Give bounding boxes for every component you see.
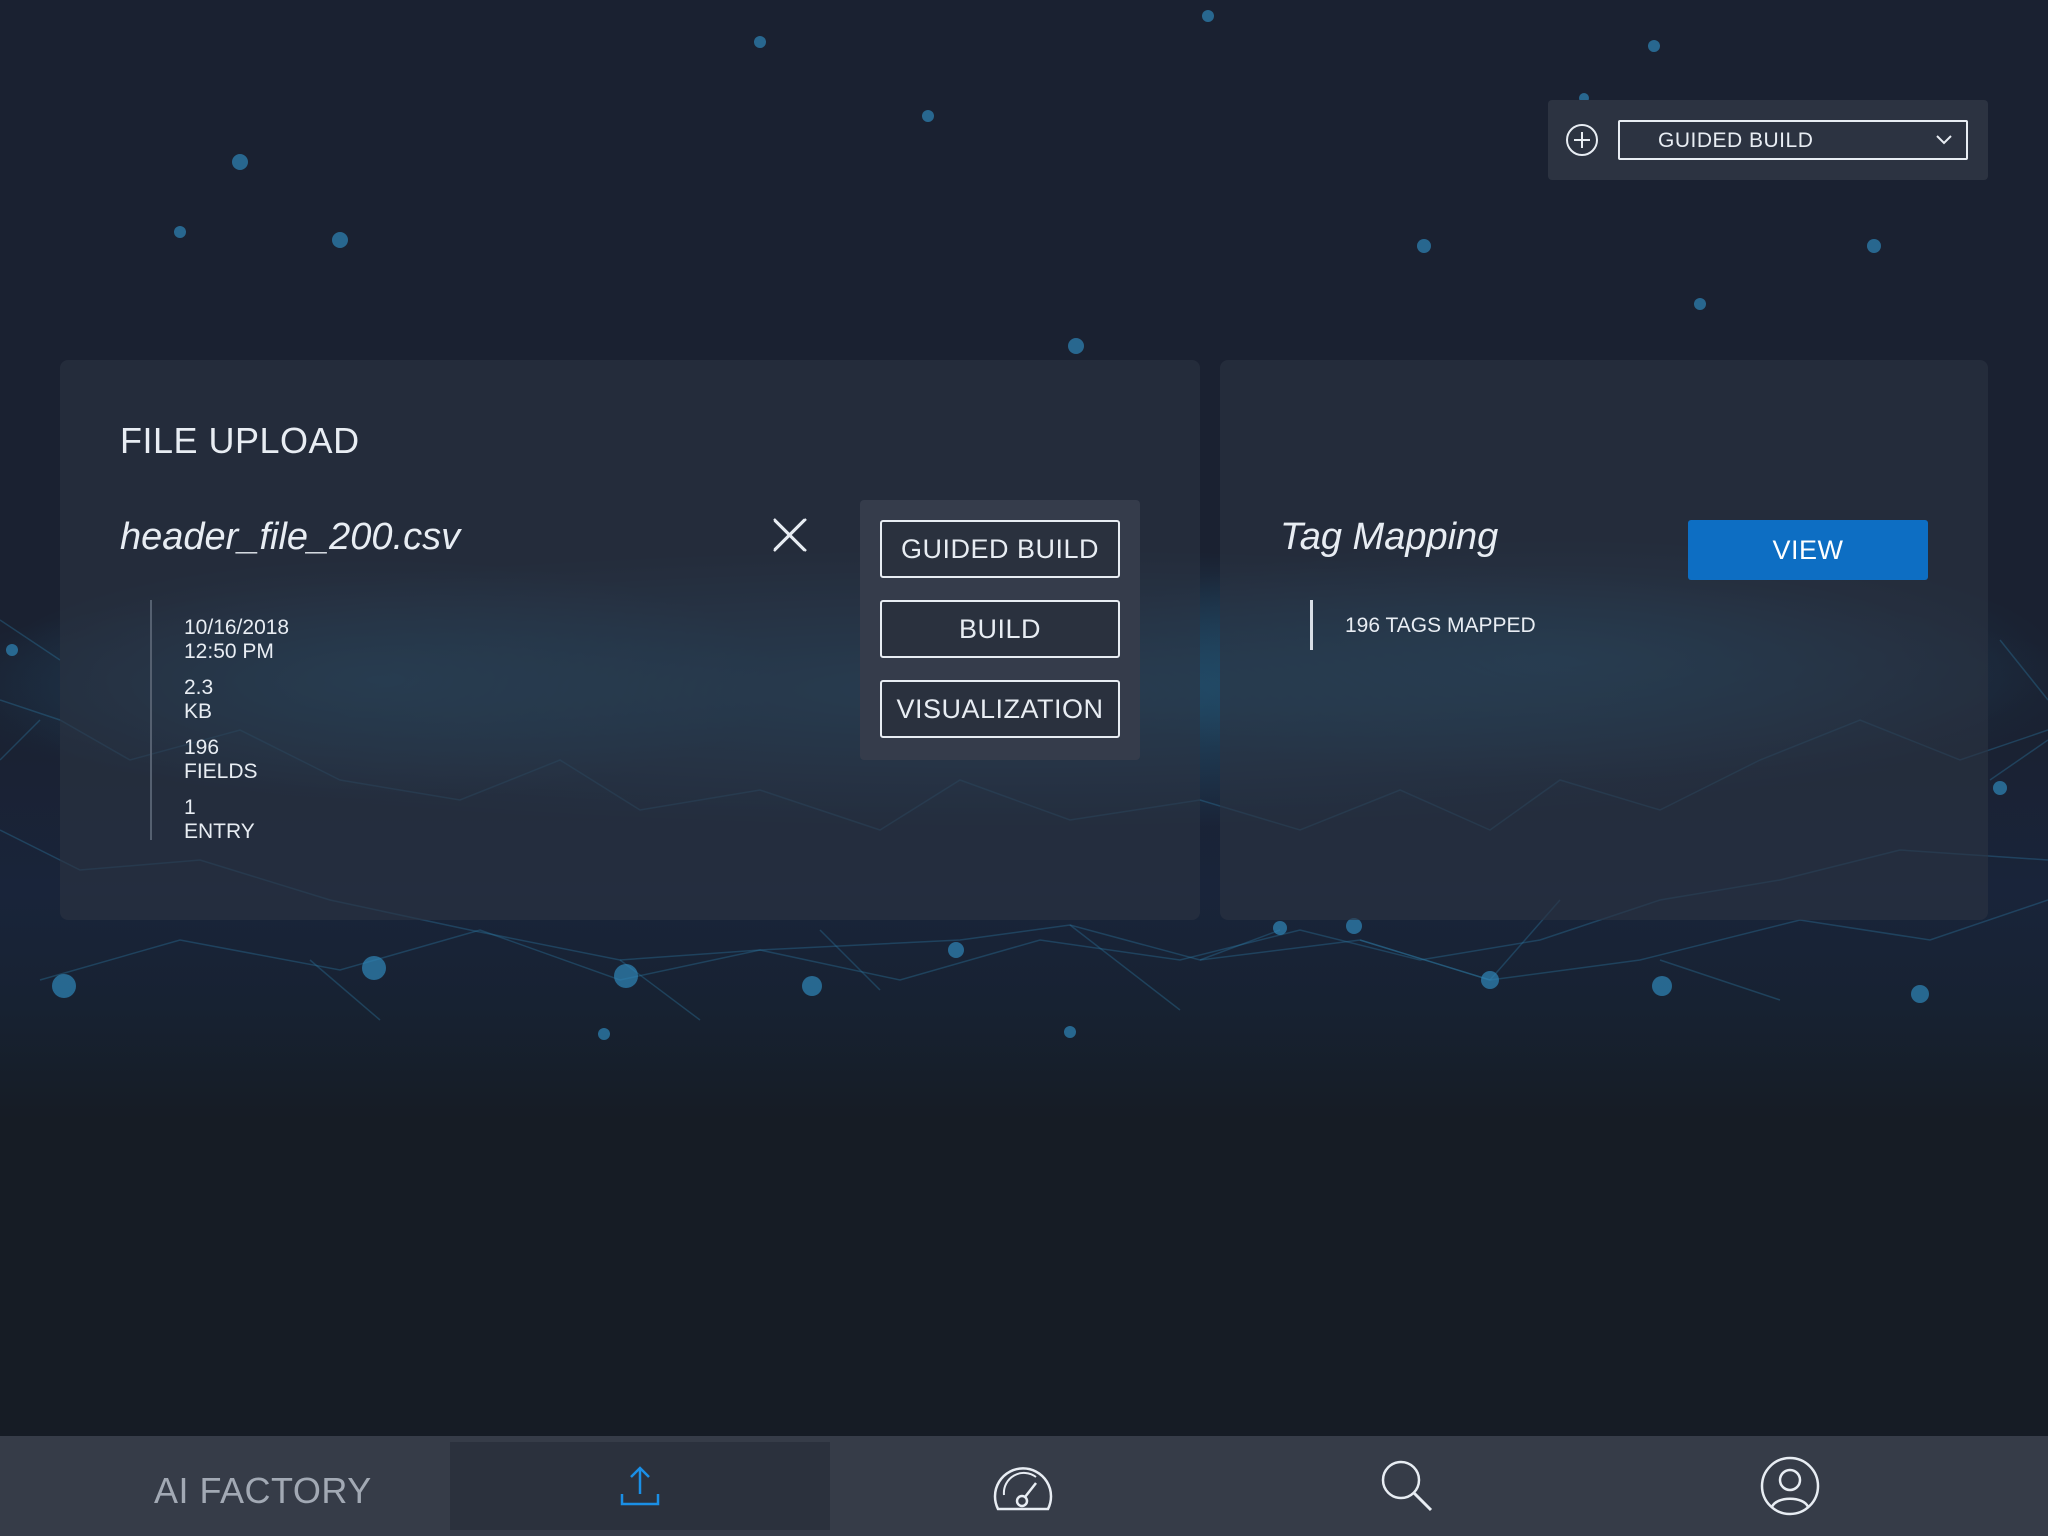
tags-mapped-count: 196 TAGS MAPPED [1345, 614, 1536, 637]
nav-profile[interactable] [1600, 1442, 1980, 1530]
field-count: 196 FIELDS [184, 736, 258, 783]
file-name: header_file_200.csv [120, 516, 461, 558]
tag-mapping-title: Tag Mapping [1280, 516, 1499, 558]
nav-upload[interactable] [450, 1442, 830, 1530]
build-button[interactable]: BUILD [880, 600, 1120, 658]
file-upload-card: FILE UPLOAD header_file_200.csv 10/16/20… [60, 360, 1200, 920]
tag-mapping-card: Tag Mapping VIEW 196 TAGS MAPPED [1220, 360, 1988, 920]
search-icon [1381, 1460, 1433, 1512]
list-item: 196 FIELDS [150, 720, 258, 783]
upload-icon [620, 1466, 660, 1506]
dashboard-gauge-icon [993, 1467, 1053, 1511]
card-title: FILE UPLOAD [120, 420, 360, 461]
visualization-button[interactable]: VISUALIZATION [880, 680, 1120, 738]
nav-dashboard[interactable] [833, 1442, 1213, 1530]
nav-search[interactable] [1217, 1442, 1597, 1530]
chevron-down-icon [1936, 135, 1952, 145]
plus-circle-icon[interactable] [1566, 124, 1598, 156]
file-actions-panel: GUIDED BUILD BUILD VISUALIZATION [860, 500, 1140, 760]
build-mode-value: GUIDED BUILD [1658, 129, 1814, 152]
build-mode-toolbar: GUIDED BUILD [1548, 100, 1988, 180]
view-button[interactable]: VIEW [1688, 520, 1928, 580]
bottom-nav: AI FACTORY [0, 1436, 2048, 1536]
file-size: 2.3 KB [184, 676, 214, 723]
tags-mapped-item: 196 TAGS MAPPED [1310, 600, 1536, 650]
list-item: 1 ENTRY [150, 780, 255, 843]
upload-datetime: 10/16/2018 12:50 PM [184, 616, 290, 663]
file-metadata-list: 10/16/2018 12:50 PM 2.3 KB 196 FIELDS 1 … [150, 600, 289, 843]
list-item: 2.3 KB [150, 660, 213, 723]
app-brand: AI FACTORY [154, 1470, 372, 1511]
list-item: 10/16/2018 12:50 PM [150, 600, 289, 663]
entry-count: 1 ENTRY [184, 796, 255, 843]
build-mode-select[interactable]: GUIDED BUILD [1618, 120, 1968, 160]
user-profile-icon [1760, 1456, 1820, 1516]
guided-build-button[interactable]: GUIDED BUILD [880, 520, 1120, 578]
close-icon[interactable] [770, 515, 810, 555]
